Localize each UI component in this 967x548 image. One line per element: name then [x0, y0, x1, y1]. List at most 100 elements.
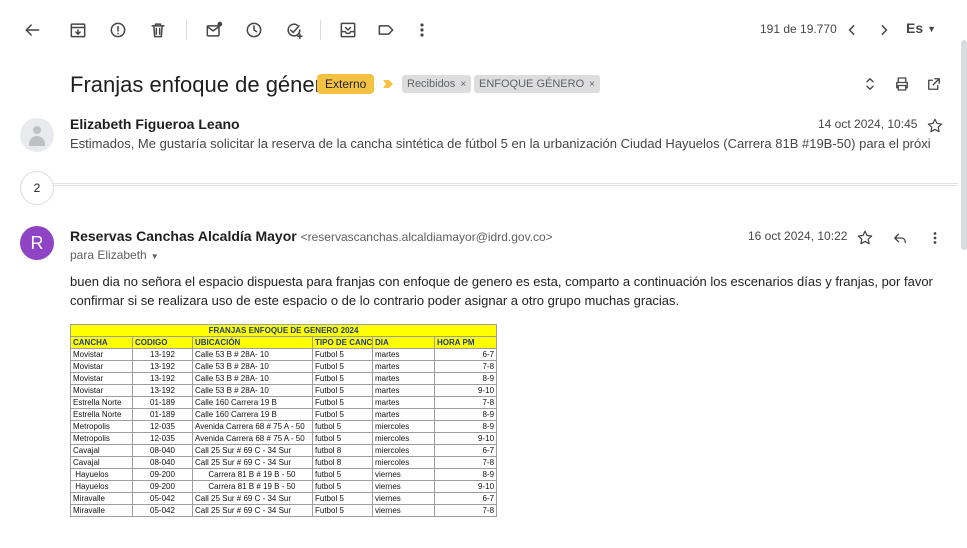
archive-icon[interactable] — [64, 16, 92, 44]
table-cell: 01-189 — [132, 396, 193, 409]
table-row: Metropolis 12-035 Avenida Carrera 68 # 75 … — [70, 432, 498, 445]
table-cell: 6-7 — [433, 492, 498, 505]
table-cell: Avenida Carrera 68 # 75 A - 50 — [192, 432, 313, 445]
table-cell: futbol 8 — [312, 444, 373, 457]
add-task-icon[interactable] — [280, 16, 308, 44]
more-vert-icon[interactable] — [408, 16, 436, 44]
table-cell: 12-035 — [132, 432, 193, 445]
expand-all-icon[interactable] — [858, 72, 882, 96]
table-header-cell: CODIGO — [132, 336, 193, 349]
message-body: buen dia no señora el espacio dispuesta … — [70, 274, 933, 308]
collapsed-messages-divider — [20, 183, 958, 186]
print-icon[interactable] — [890, 72, 914, 96]
table-cell: 7-8 — [433, 396, 498, 409]
table-cell: Avenida Carrera 68 # 75 A - 50 — [192, 420, 313, 433]
table-cell: martes — [372, 360, 435, 373]
table-header-cell: CANCHA — [70, 336, 133, 349]
table-cell: Movistar — [70, 384, 133, 397]
table-row: Cavajal 08-040 Call 25 Sur # 69 C - 34 Sur… — [70, 456, 498, 469]
table-row: Movistar 13-192 Calle 53 B # 28A- 10 Futbol… — [70, 348, 498, 361]
table-cell: 01-189 — [132, 408, 193, 421]
table-cell: Calle 160 Carrera 19 B — [192, 396, 313, 409]
table-cell: Metropolis — [70, 432, 133, 445]
more-vert-icon[interactable] — [925, 228, 945, 248]
recipient-label: para Elizabeth — [70, 248, 147, 262]
table-cell: 9-10 — [433, 480, 498, 493]
star-icon[interactable] — [926, 117, 944, 135]
snooze-icon[interactable] — [240, 16, 268, 44]
star-icon[interactable] — [855, 228, 875, 248]
table-cell: 8-9 — [433, 408, 498, 421]
remove-label-icon[interactable]: × — [460, 79, 466, 90]
table-cell: futbol 5 — [312, 420, 373, 433]
importance-marker-icon[interactable] — [382, 78, 394, 90]
table-cell: Call 25 Sur # 69 C - 34 Sur — [192, 504, 313, 517]
recipient-details[interactable]: para Elizabeth ▼ — [70, 248, 159, 262]
mark-unread-icon[interactable] — [200, 16, 228, 44]
label-icon[interactable] — [372, 16, 400, 44]
table-cell: 12-035 — [132, 420, 193, 433]
delete-icon[interactable] — [144, 16, 172, 44]
table-cell: 05-042 — [132, 492, 193, 505]
collapsed-messages-count[interactable]: 2 — [20, 171, 54, 205]
pagination-count: 191 de 19.770 — [760, 22, 837, 36]
email-subject: Franjas enfoque de género — [70, 72, 335, 97]
table-header-cell: HORA PM — [433, 336, 498, 349]
table-cell: viernes — [372, 480, 435, 493]
table-cell: 13-192 — [132, 348, 193, 361]
chevron-left-icon[interactable] — [838, 16, 866, 44]
table-cell: Miravalle — [70, 492, 133, 505]
table-cell: Movistar — [70, 360, 133, 373]
table-row: Miravalle 05-042 Call 25 Sur # 69 C - 34 S… — [70, 504, 498, 517]
toolbar: 191 de 19.770 Es ▼ — [0, 0, 967, 62]
scrollbar[interactable] — [961, 40, 967, 250]
table-cell: 8-9 — [433, 372, 498, 385]
sender-name[interactable]: Reservas Canchas Alcaldía Mayor — [70, 228, 297, 244]
message-snippet[interactable]: Estimados, Me gustaría solicitar la rese… — [70, 136, 930, 151]
table-cell: miercoles — [372, 456, 435, 469]
caret-down-icon: ▼ — [150, 252, 159, 261]
external-badge: Externo — [317, 74, 375, 94]
table-cell: miercoles — [372, 432, 435, 445]
table-cell: Movistar — [70, 348, 133, 361]
move-to-icon[interactable] — [334, 16, 362, 44]
avatar[interactable] — [20, 118, 54, 152]
table-cell: viernes — [372, 468, 435, 481]
table-cell: martes — [372, 408, 435, 421]
table-cell: 8-9 — [433, 420, 498, 433]
table-cell: 9-10 — [433, 432, 498, 445]
message-date: 14 oct 2024, 10:45 — [818, 117, 918, 131]
table-cell: 08-040 — [132, 456, 193, 469]
avatar[interactable]: R — [20, 226, 54, 260]
table-cell: 13-192 — [132, 384, 193, 397]
report-spam-icon[interactable] — [104, 16, 132, 44]
embedded-schedule-table[interactable]: FRANJAS ENFOQUE DE GENERO 2024 CANCHA COD… — [69, 324, 498, 517]
table-body: Movistar 13-192 Calle 53 B # 28A- 10 Futbol… — [70, 348, 498, 517]
chevron-right-icon[interactable] — [870, 16, 898, 44]
table-cell: Futbol 5 — [312, 372, 373, 385]
table-header-cell: TIPO DE CANC — [312, 336, 373, 349]
table-cell: Cavajal — [70, 456, 133, 469]
table-cell: Estrella Norte — [70, 396, 133, 409]
table-cell: Movistar — [70, 372, 133, 385]
sender-name[interactable]: Elizabeth Figueroa Leano — [70, 116, 240, 132]
input-language-selector[interactable]: Es ▼ — [906, 20, 936, 36]
table-cell: Futbol 5 — [312, 408, 373, 421]
table-row: Movistar 13-192 Calle 53 B # 28A- 10 Futbol… — [70, 360, 498, 373]
table-cell: 09-200 — [132, 468, 193, 481]
remove-label-icon[interactable]: × — [589, 79, 595, 90]
table-title: FRANJAS ENFOQUE DE GENERO 2024 — [69, 324, 498, 337]
table-cell: 7-8 — [433, 456, 498, 469]
table-cell: 9-10 — [433, 384, 498, 397]
toolbar-divider — [186, 20, 187, 40]
table-cell: Futbol 5 — [312, 348, 373, 361]
reply-icon[interactable] — [890, 228, 910, 248]
table-cell: 05-042 — [132, 504, 193, 517]
table-cell: 13-192 — [132, 360, 193, 373]
table-row: Miravalle 05-042 Call 25 Sur # 69 C - 34 S… — [70, 492, 498, 505]
label-chip-text: ENFOQUE GÉNERO — [479, 78, 585, 90]
open-new-window-icon[interactable] — [922, 72, 946, 96]
table-header-cell: UBICACIÓN — [192, 336, 313, 349]
back-arrow-icon[interactable] — [18, 16, 46, 44]
table-header-row: CANCHA CODIGO UBICACIÓN TIPO DE CANC DIA HORA… — [70, 336, 498, 349]
